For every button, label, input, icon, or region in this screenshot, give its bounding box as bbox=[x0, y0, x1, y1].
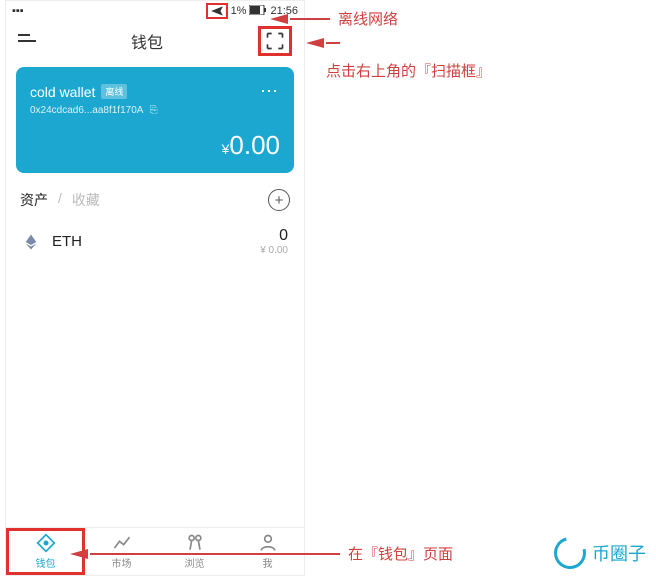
annotation-scan bbox=[306, 38, 340, 48]
wallet-balance: ¥0.00 bbox=[30, 130, 280, 161]
copy-icon[interactable]: ⎘ bbox=[150, 105, 158, 116]
asset-section-header: 资产 / 收藏 + bbox=[6, 179, 304, 215]
tab-favorites[interactable]: 收藏 bbox=[72, 190, 100, 210]
watermark-text: 币圈子 bbox=[592, 540, 646, 566]
asset-amount: 0 bbox=[260, 227, 288, 245]
wallet-address[interactable]: 0x24cdcad6...aa8f1f170A ⎘ bbox=[30, 105, 280, 116]
offline-badge: 离线 bbox=[101, 84, 127, 99]
annotation-wallet-page: 在『钱包』页面 bbox=[70, 543, 453, 564]
scan-button[interactable] bbox=[258, 26, 292, 56]
status-left: ▪▪▪ bbox=[12, 5, 24, 17]
status-bar: ▪▪▪ 1% 21:56 bbox=[6, 1, 304, 21]
watermark: 币圈子 bbox=[554, 537, 646, 569]
card-more-icon[interactable]: ⋯ bbox=[260, 81, 280, 102]
tab-assets[interactable]: 资产 bbox=[20, 190, 48, 210]
phone-frame: ▪▪▪ 1% 21:56 钱包 cold wallet 离线 bbox=[5, 0, 305, 576]
asset-symbol: ETH bbox=[52, 233, 82, 250]
add-asset-button[interactable]: + bbox=[268, 189, 290, 211]
battery-percent: 1% bbox=[231, 5, 247, 17]
annotation-scan-text: 点击右上角的『扫描框』 bbox=[326, 60, 491, 81]
wallet-name: cold wallet bbox=[30, 84, 95, 100]
app-header: 钱包 bbox=[6, 21, 304, 61]
eth-icon bbox=[22, 233, 40, 251]
wallet-nav-icon bbox=[36, 533, 56, 553]
menu-icon[interactable] bbox=[18, 31, 36, 52]
watermark-icon bbox=[548, 531, 592, 575]
wallet-card[interactable]: cold wallet 离线 ⋯ 0x24cdcad6...aa8f1f170A… bbox=[16, 67, 294, 173]
asset-value: ¥ 0.00 bbox=[260, 245, 288, 256]
header-title: 钱包 bbox=[131, 29, 163, 53]
tab-divider: / bbox=[58, 190, 62, 210]
airplane-mode-icon bbox=[206, 3, 228, 19]
signal-icon: ▪▪▪ bbox=[12, 5, 24, 17]
scan-icon bbox=[265, 31, 285, 51]
battery-icon bbox=[249, 5, 267, 18]
annotation-offline: 离线网络 bbox=[270, 8, 398, 29]
asset-row[interactable]: ETH 0 ¥ 0.00 bbox=[6, 215, 304, 268]
